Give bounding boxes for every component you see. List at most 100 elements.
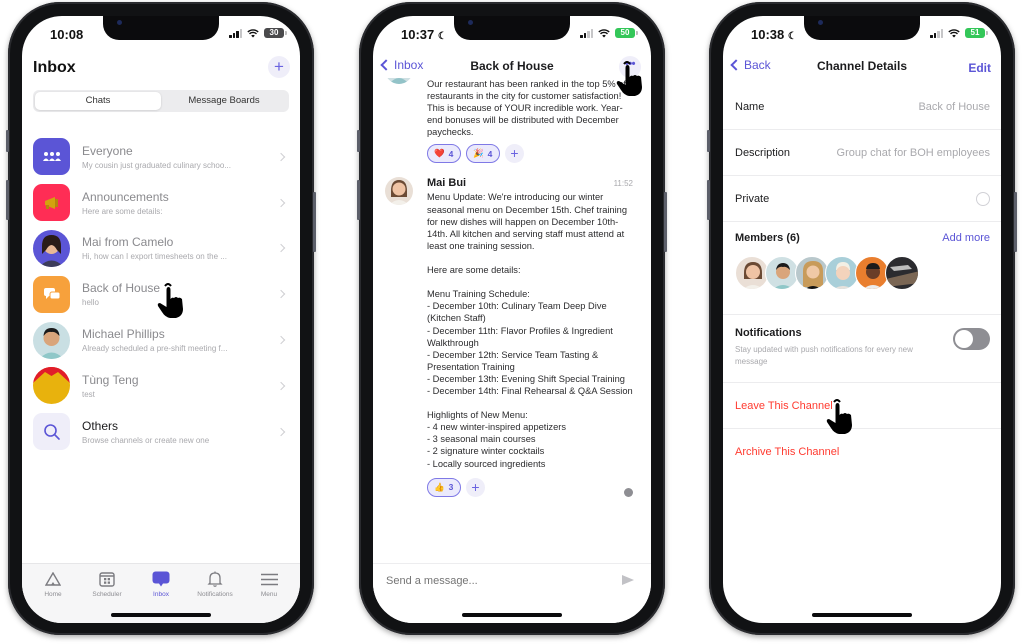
chat-name: Announcements: [82, 189, 169, 204]
leave-channel-row[interactable]: Leave This Channel: [723, 383, 1001, 429]
wifi-icon: [948, 28, 960, 37]
avatar[interactable]: [795, 256, 829, 290]
tap-hand-icon: [616, 61, 642, 96]
edit-button[interactable]: Edit: [968, 61, 991, 75]
name-label: Name: [735, 100, 765, 113]
members-label: Members (6): [735, 232, 800, 244]
search-icon: [33, 413, 70, 451]
chat-preview: Hi, how can I export timesheets on the .…: [82, 252, 227, 262]
channel-details: Name Back of House Description Group cha…: [723, 84, 1001, 475]
wifi-icon: [598, 28, 610, 37]
chevron-right-icon: [276, 198, 286, 207]
avatar[interactable]: [735, 256, 769, 290]
description-row[interactable]: Description Group chat for BOH employees: [723, 130, 1001, 176]
private-checkbox[interactable]: [976, 191, 990, 206]
leave-channel-button[interactable]: Leave This Channel: [735, 400, 833, 412]
screen: 10:37 ☾ 50 Inbox Back of House ••• Our r…: [373, 16, 651, 623]
send-icon[interactable]: [622, 575, 634, 585]
page-title: Back of House: [470, 59, 554, 73]
dynamic-island: [804, 16, 920, 40]
plus-icon: +: [471, 478, 480, 495]
signal-icon: [229, 28, 242, 38]
reaction-party[interactable]: 🎉 4: [466, 144, 500, 164]
chat-preview: My cousin just graduated culinary schoo.…: [82, 160, 231, 170]
plus-icon: +: [510, 145, 519, 162]
nav-bar: Back Channel Details Edit: [723, 58, 1001, 78]
plus-icon: +: [274, 57, 284, 76]
moon-icon: ☾: [787, 31, 797, 42]
archive-channel-button[interactable]: Archive This Channel: [735, 446, 839, 458]
status-time: 10:37 ☾: [401, 27, 447, 42]
chat-name: Michael Phillips: [82, 327, 165, 342]
private-row: Private: [723, 176, 1001, 222]
message: Mai Bui 11:52 Menu Update: We're introdu…: [373, 177, 651, 497]
avatar[interactable]: [885, 256, 919, 290]
chat-item-others[interactable]: Others Browse channels or create new one: [33, 409, 290, 455]
chevron-right-icon: [276, 427, 286, 436]
heart-icon: ❤️: [434, 148, 445, 159]
home-icon: [44, 571, 62, 587]
page-title: Inbox: [33, 59, 76, 76]
chevron-right-icon: [276, 335, 286, 345]
home-indicator: [462, 613, 562, 617]
chat-item-everyone[interactable]: Everyone My cousin just graduated culina…: [33, 134, 290, 180]
wifi-icon: [247, 28, 259, 37]
screen: 10:38 ☾ 51 Back Channel Details Edit Nam…: [723, 16, 1001, 623]
chevron-right-icon: [276, 244, 286, 253]
phone-channel-details: 10:38 ☾ 51 Back Channel Details Edit Nam…: [707, 2, 1017, 635]
tab-home[interactable]: Home: [26, 564, 80, 623]
tab-label: Home: [44, 591, 62, 598]
name-row[interactable]: Name Back of House: [723, 84, 1001, 130]
tab-label: Scheduler: [92, 591, 122, 598]
description-label: Description: [735, 146, 791, 159]
archive-channel-row[interactable]: Archive This Channel: [723, 429, 1001, 475]
avatar[interactable]: [825, 256, 859, 290]
nav-bar: Inbox Back of House •••: [373, 56, 651, 78]
reaction-heart[interactable]: ❤️ 4: [427, 144, 461, 164]
chat-item-michael-phillips[interactable]: Michael Phillips Already scheduled a pre…: [33, 317, 290, 363]
status-time: 10:08: [50, 27, 84, 42]
new-chat-button[interactable]: +: [268, 56, 290, 78]
tab-label: Menu: [260, 591, 278, 598]
reaction-thumbs-up[interactable]: 👍 3: [427, 477, 461, 497]
chat-preview: Browse channels or create new one: [82, 435, 210, 445]
description-value: Group chat for BOH employees: [836, 146, 990, 159]
message-time: 11:52: [613, 179, 633, 189]
chat-item-mai-from-camelo[interactable]: Mai from Camelo Hi, how can I export tim…: [33, 226, 290, 272]
notifications-row: Notifications Stay updated with push not…: [723, 315, 1001, 383]
tab-label: Notifications: [197, 591, 233, 598]
chat-name: Others: [82, 418, 119, 433]
members-row: Members (6) Add more: [723, 222, 1001, 315]
bell-icon: [206, 571, 224, 587]
group-icon: [33, 138, 70, 176]
avatar: [385, 177, 413, 206]
message-input[interactable]: [386, 575, 586, 587]
chat-item-tung-teng[interactable]: Tùng Teng test: [33, 363, 290, 409]
battery-icon: 30: [264, 28, 287, 38]
add-reaction-button[interactable]: +: [505, 144, 524, 164]
avatar[interactable]: [765, 256, 799, 290]
thumbs-up-icon: 👍: [434, 481, 445, 492]
notifications-toggle[interactable]: [953, 328, 990, 350]
battery-icon: 50: [615, 28, 638, 38]
avatar[interactable]: [855, 256, 889, 290]
notifications-description: Stay updated with push notifications for…: [735, 345, 913, 366]
segment-message-boards[interactable]: Message Boards: [161, 92, 287, 110]
tap-hand-icon: [157, 283, 183, 318]
chat-name: Tùng Teng: [82, 372, 139, 387]
chat-item-announcements[interactable]: Announcements Here are some details:: [33, 180, 290, 226]
home-indicator: [812, 613, 912, 617]
add-reaction-button[interactable]: +: [466, 477, 485, 497]
chevron-right-icon: [276, 152, 286, 162]
segment-chats[interactable]: Chats: [35, 92, 161, 110]
party-popper-icon: 🎉: [473, 148, 484, 159]
chat-icon: [152, 571, 170, 587]
tab-menu[interactable]: Menu: [242, 564, 296, 623]
message: Our restaurant has been ranked in the to…: [373, 78, 651, 164]
battery-icon: 51: [965, 28, 988, 38]
reaction-count: 4: [448, 148, 454, 159]
add-more-button[interactable]: Add more: [942, 232, 990, 244]
reaction-count: 3: [448, 482, 454, 493]
signal-icon: [580, 28, 593, 38]
chat-name: Mai from Camelo: [82, 235, 174, 250]
